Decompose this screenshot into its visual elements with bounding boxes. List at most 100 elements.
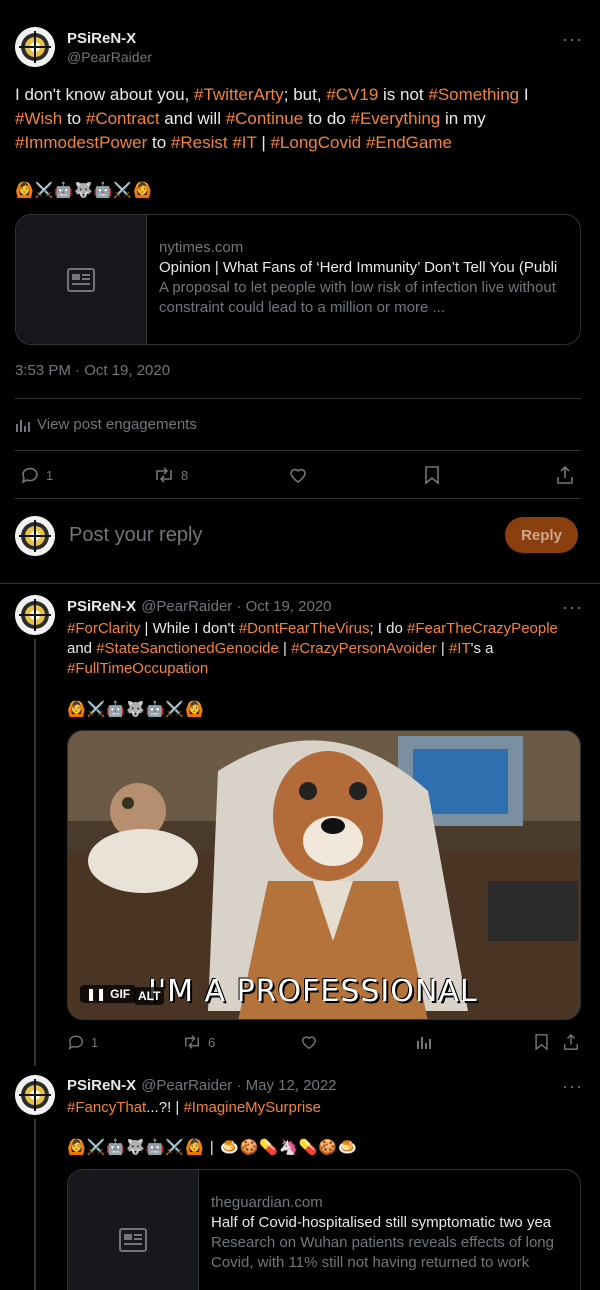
hashtag-link[interactable]: #CV19 xyxy=(326,85,378,104)
card-domain: nytimes.com xyxy=(159,239,244,256)
hashtag-link[interactable]: #EndGame xyxy=(366,133,452,152)
share-action[interactable] xyxy=(563,1033,579,1051)
hashtag-link[interactable]: #CrazyPersonAvoider xyxy=(291,640,437,657)
avatar[interactable] xyxy=(15,595,55,635)
crosshair-avatar-icon xyxy=(15,27,55,67)
view-engagements[interactable]: View post engagements xyxy=(15,416,197,433)
hashtag-link[interactable]: #FearTheCrazyPeople xyxy=(407,620,558,637)
tweet-text-segment: and will xyxy=(159,109,226,128)
share-action[interactable] xyxy=(556,465,574,485)
view-engagements-label: View post engagements xyxy=(37,416,197,433)
link-card[interactable]: nytimes.com Opinion | What Fans of ‘Herd… xyxy=(15,214,581,345)
author-name[interactable]: PSiReN-X xyxy=(67,30,136,47)
reply-button[interactable]: Reply xyxy=(505,517,578,553)
tweet-text-segment: ...?! | xyxy=(146,1099,184,1116)
reply-count: 1 xyxy=(46,467,54,483)
crosshair-avatar-icon xyxy=(15,1075,55,1115)
avatar[interactable] xyxy=(15,27,55,67)
divider xyxy=(15,498,581,499)
divider xyxy=(15,450,581,451)
divider xyxy=(15,398,581,399)
timestamp[interactable]: 3:53 PM · Oct 19, 2020 xyxy=(15,362,170,379)
repost-action[interactable]: 6 xyxy=(182,1033,215,1051)
link-card[interactable]: theguardian.com Half of Covid-hospitalis… xyxy=(67,1169,581,1290)
author-meta[interactable]: @PearRaider · May 12, 2022 xyxy=(141,1077,336,1094)
pause-icon[interactable]: ❚❚ xyxy=(86,987,106,1001)
hashtag-link[interactable]: #TwitterArty xyxy=(194,85,284,104)
newspaper-icon xyxy=(119,1228,147,1252)
reply-count: 1 xyxy=(91,1034,99,1050)
article-thumbnail xyxy=(16,215,147,344)
reply-action[interactable]: 1 xyxy=(20,465,53,485)
tweet-text: I don't know about you, #TwitterArty; bu… xyxy=(15,83,575,155)
tweet-text-segment: ; I do xyxy=(369,620,407,637)
gif-media[interactable]: I'M A PROFESSIONAL ❚❚ GIF ALT xyxy=(67,730,581,1020)
like-action[interactable] xyxy=(300,1033,318,1051)
hashtag-link[interactable]: #LongCovid xyxy=(270,133,361,152)
tweet-text-segment: to do xyxy=(303,109,351,128)
emoji-string: 🙆⚔️🤖🐺🤖⚔️🙆 xyxy=(67,701,205,718)
repost-action[interactable]: 8 xyxy=(153,465,188,485)
hashtag-link[interactable]: #IT xyxy=(449,640,471,657)
newspaper-icon xyxy=(67,267,95,292)
share-icon xyxy=(557,465,573,484)
tweet-text-segment: | xyxy=(256,133,271,152)
hashtag-link[interactable]: #FullTimeOccupation xyxy=(67,660,208,677)
more-options-icon[interactable]: ··· xyxy=(562,598,583,616)
repost-count: 6 xyxy=(208,1034,216,1050)
bookmark-icon xyxy=(425,466,439,485)
tweet-text-segment: I xyxy=(519,85,529,104)
hashtag-link[interactable]: #IT xyxy=(232,133,256,152)
hashtag-link[interactable]: #Everything xyxy=(350,109,440,128)
tweet-text-segment: in my xyxy=(440,109,486,128)
alt-badge[interactable]: ALT xyxy=(134,987,165,1005)
card-description: A proposal to let people with low risk o… xyxy=(159,279,556,316)
repost-icon xyxy=(156,467,172,483)
hashtag-link[interactable]: #ImagineMySurprise xyxy=(183,1099,321,1116)
hashtag-link[interactable]: #ForClarity xyxy=(67,620,140,637)
hashtag-link[interactable]: #Something xyxy=(428,85,519,104)
thread-line xyxy=(34,639,36,1066)
thread-line xyxy=(34,1119,36,1290)
hashtag-link[interactable]: #ImmodestPower xyxy=(15,133,147,152)
reply-action[interactable]: 1 xyxy=(67,1033,98,1051)
heart-icon xyxy=(290,468,306,483)
author-handle[interactable]: @PearRaider xyxy=(67,49,152,65)
like-action[interactable] xyxy=(288,465,308,485)
avatar xyxy=(15,516,55,556)
article-thumbnail xyxy=(68,1170,199,1290)
avatar[interactable] xyxy=(15,1075,55,1115)
tweet-text-segment: 's a xyxy=(470,640,494,657)
hashtag-link[interactable]: #Wish xyxy=(15,109,62,128)
bookmark-action[interactable] xyxy=(534,1033,549,1051)
card-title: Opinion | What Fans of ‘Herd Immunity’ D… xyxy=(159,259,558,276)
more-options-icon[interactable]: ··· xyxy=(562,1077,583,1095)
hashtag-link[interactable]: #DontFearTheVirus xyxy=(239,620,370,637)
hashtag-link[interactable]: #FancyThat xyxy=(67,1099,146,1116)
bookmark-action[interactable] xyxy=(424,465,440,485)
emoji-string: 🙆⚔️🤖🐺🤖⚔️🙆 xyxy=(15,182,153,199)
author-meta[interactable]: @PearRaider · Oct 19, 2020 xyxy=(141,598,331,615)
tweet-text: #FancyThat...?! | #ImagineMySurprise xyxy=(67,1098,577,1118)
tweet-text-segment: to xyxy=(147,133,171,152)
repost-icon xyxy=(184,1035,200,1049)
analytics-icon xyxy=(16,419,30,432)
reply-icon xyxy=(68,1035,83,1050)
analytics-action[interactable] xyxy=(416,1034,432,1050)
more-options-icon[interactable]: ··· xyxy=(562,30,583,48)
hashtag-link[interactable]: #Resist xyxy=(171,133,228,152)
tweet-text-segment: is not xyxy=(378,85,429,104)
tweet-text-segment: ; but, xyxy=(283,85,327,104)
author-name[interactable]: PSiReN-X xyxy=(67,1077,136,1094)
author-name[interactable]: PSiReN-X xyxy=(67,598,136,615)
gif-controls[interactable]: ❚❚ GIF xyxy=(80,985,137,1003)
reply-input[interactable]: Post your reply xyxy=(69,524,202,547)
card-description: Research on Wuhan patients reveals effec… xyxy=(211,1234,554,1271)
analytics-icon xyxy=(417,1037,431,1049)
hashtag-link[interactable]: #StateSanctionedGenocide xyxy=(96,640,279,657)
hashtag-link[interactable]: #Continue xyxy=(226,109,304,128)
tweet-text-segment: and xyxy=(67,640,97,657)
hashtag-link[interactable]: #Contract xyxy=(86,109,160,128)
crosshair-avatar-icon xyxy=(15,595,55,635)
crosshair-avatar-icon xyxy=(15,516,55,556)
